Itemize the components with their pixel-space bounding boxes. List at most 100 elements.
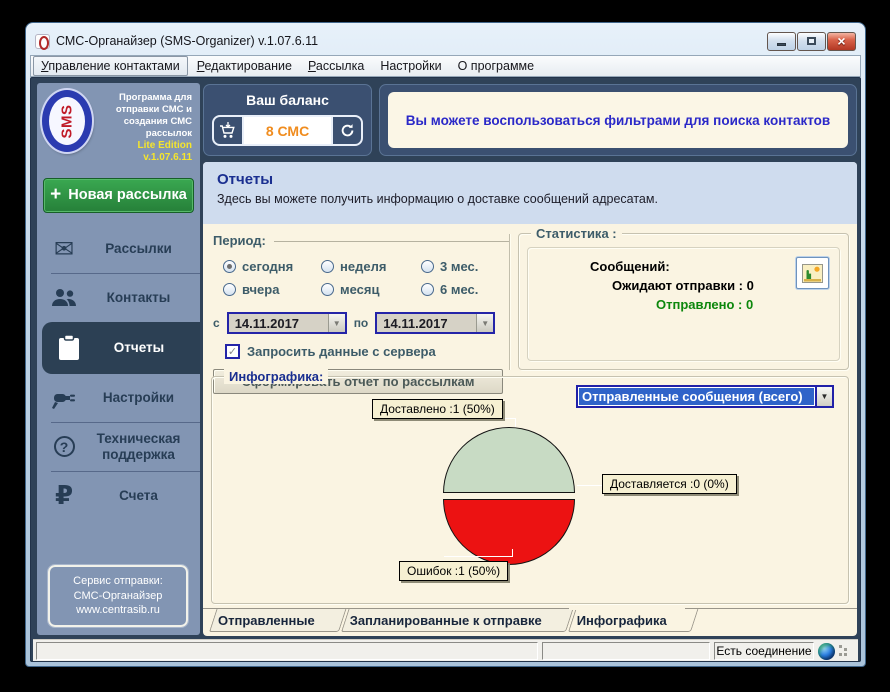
statistics-legend: Статистика : <box>531 226 622 241</box>
sms-logo-text: SMS <box>58 104 75 138</box>
refresh-balance-button[interactable] <box>331 117 361 144</box>
radio-week[interactable]: неделя <box>321 255 421 278</box>
app-area: SMS Программа для отправки СМС и создани… <box>30 77 861 662</box>
callout-connector <box>444 556 513 557</box>
app-icon <box>35 34 50 49</box>
balance-panel: Ваш баланс 8 СМС <box>203 84 372 156</box>
menu-item-settings[interactable]: Настройки <box>373 57 448 75</box>
infographic-legend: Инфографика: <box>224 369 328 384</box>
radio-dot <box>321 283 334 296</box>
cart-icon <box>219 122 237 139</box>
page-header: Отчеты Здесь вы можете получить информац… <box>203 162 857 224</box>
notice-panel: Вы можете воспользоваться фильтрами для … <box>379 84 857 156</box>
service-line: Сервис отправки: <box>73 574 163 589</box>
chart-image-button[interactable] <box>796 257 829 289</box>
menu-item-about[interactable]: О программе <box>451 57 541 75</box>
app-edition: Lite Edition <box>96 140 192 153</box>
connection-status: Есть соединение <box>714 642 814 660</box>
titlebar: СМС-Органайзер (SMS-Organizer) v.1.07.6.… <box>30 27 861 55</box>
reports-page: Отчеты Здесь вы можете получить информац… <box>203 162 857 636</box>
refresh-icon <box>340 123 355 138</box>
pending-value: 0 <box>747 278 754 293</box>
tab-scheduled[interactable]: Запланированные к отправке <box>341 609 558 632</box>
period-label: Период: <box>213 233 266 248</box>
infographic-groupbox: Инфографика: Отправленные сообщения (все… <box>211 376 849 604</box>
radio-yesterday[interactable]: вчера <box>223 278 321 301</box>
menu-item-mailing[interactable]: Рассылка <box>301 57 371 75</box>
minimize-button[interactable] <box>767 32 796 51</box>
balance-title: Ваш баланс <box>204 92 371 108</box>
date-to-select[interactable]: 14.11.2017 ▼ <box>375 312 495 334</box>
server-data-checkbox-row[interactable]: ✓ Запросить данные с сервера <box>225 344 509 359</box>
radio-dot <box>223 283 236 296</box>
sidebar: SMS Программа для отправки СМС и создани… <box>37 83 200 635</box>
sidebar-item-mailings[interactable]: ✉ Рассылки <box>37 225 200 273</box>
radio-3months[interactable]: 3 мес. <box>421 255 511 278</box>
radio-dot <box>321 260 334 273</box>
dropdown-selected-value: Отправленные сообщения (всего) <box>579 388 814 405</box>
date-from-select[interactable]: 14.11.2017 ▼ <box>227 312 347 334</box>
clipboard-icon <box>42 334 96 361</box>
menu-item-contacts-management[interactable]: Управление контактами <box>33 56 188 76</box>
page-title: Отчеты <box>217 171 843 188</box>
status-bar: Есть соединение <box>33 639 858 662</box>
statistics-groupbox: Статистика : Сообщений: Ожидают отправки… <box>518 233 849 370</box>
close-icon: × <box>837 34 845 48</box>
sidebar-item-invoices[interactable]: ₽ Счета <box>37 472 200 520</box>
new-mailing-button[interactable]: + Новая рассылка <box>43 178 194 213</box>
plug-icon <box>37 386 91 410</box>
app-tagline: Программа для отправки СМС и создания СМ… <box>96 92 192 140</box>
logo-block: SMS Программа для отправки СМС и создани… <box>37 83 200 169</box>
callout-connector <box>515 418 516 427</box>
sidebar-item-settings[interactable]: Настройки <box>37 374 200 422</box>
radio-dot <box>421 260 434 273</box>
callout-delivering: Доставляется :0 (0%) <box>602 474 737 494</box>
server-data-checkbox-label: Запросить данные с сервера <box>247 344 436 359</box>
plus-icon: + <box>50 187 61 203</box>
maximize-icon <box>807 37 816 45</box>
pie-slice-delivered <box>443 427 575 493</box>
image-icon <box>802 264 823 283</box>
callout-connector <box>577 485 602 486</box>
sent-value: 0 <box>746 297 753 312</box>
chevron-down-icon[interactable]: ▼ <box>476 314 493 332</box>
sidebar-item-contacts[interactable]: Контакты <box>37 274 200 322</box>
sidebar-item-support[interactable]: ? Техническая поддержка <box>37 423 200 471</box>
callout-delivered: Доставлено :1 (50%) <box>372 399 503 419</box>
sms-logo: SMS <box>42 90 92 152</box>
date-to-label: по <box>354 316 369 330</box>
radio-month[interactable]: месяц <box>321 278 421 301</box>
chevron-down-icon[interactable]: ▼ <box>328 314 345 332</box>
tab-sent[interactable]: Отправленные <box>209 609 331 632</box>
close-button[interactable]: × <box>827 32 856 51</box>
report-tabs: Отправленные Запланированные к отправке … <box>203 608 857 636</box>
maximize-button[interactable] <box>797 32 826 51</box>
infographic-filter-dropdown[interactable]: Отправленные сообщения (всего) ▼ <box>576 385 834 408</box>
checkbox-checked-icon[interactable]: ✓ <box>225 344 240 359</box>
app-window: СМС-Органайзер (SMS-Organizer) v.1.07.6.… <box>25 22 866 667</box>
date-from-value: 14.11.2017 <box>229 314 328 332</box>
page-subtitle: Здесь вы можете получить информацию о до… <box>217 192 843 206</box>
chevron-down-icon[interactable]: ▼ <box>815 387 832 406</box>
service-line: СМС-Органайзер <box>74 589 163 604</box>
resize-grip[interactable] <box>839 645 849 657</box>
menu-item-editing[interactable]: Редактирование <box>190 57 299 75</box>
status-panel-main <box>36 642 538 660</box>
callout-errors: Ошибок :1 (50%) <box>399 561 508 581</box>
window-controls: × <box>767 32 856 51</box>
radio-dot <box>421 283 434 296</box>
question-icon: ? <box>54 436 75 457</box>
balance-value: 8 СМС <box>244 117 331 144</box>
radio-6months[interactable]: 6 мес. <box>421 278 511 301</box>
sidebar-item-reports[interactable]: Отчеты <box>42 322 200 374</box>
radio-dot <box>223 260 236 273</box>
date-to-value: 14.11.2017 <box>377 314 476 332</box>
section-divider <box>509 234 511 370</box>
radio-today[interactable]: сегодня <box>223 255 321 278</box>
mail-icon: ✉ <box>37 238 91 260</box>
status-panel-secondary <box>542 642 710 660</box>
globe-icon <box>818 643 835 660</box>
buy-sms-button[interactable] <box>214 117 244 144</box>
notice-text: Вы можете воспользоваться фильтрами для … <box>388 92 848 148</box>
tab-infographic[interactable]: Инфографика <box>568 609 683 632</box>
